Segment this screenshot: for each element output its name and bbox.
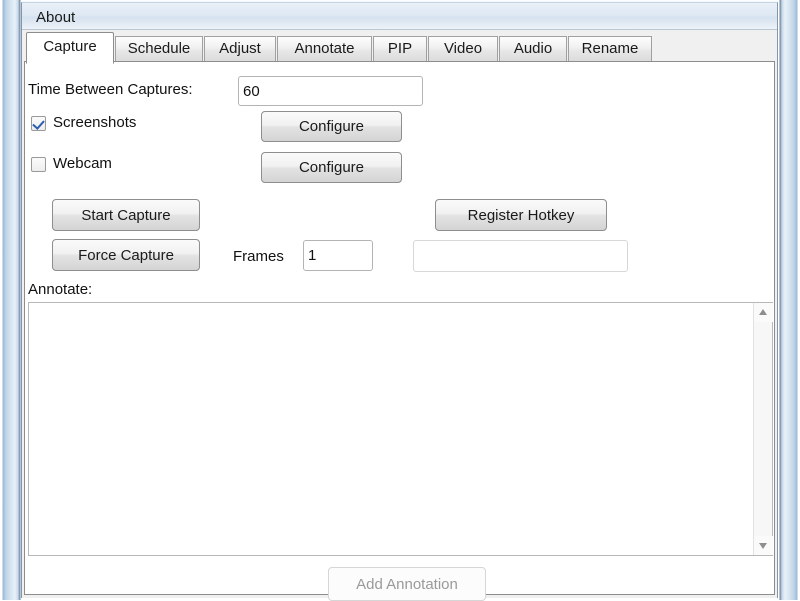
scroll-up-arrow-icon[interactable] — [754, 303, 773, 322]
tab-strip: Capture Schedule Adjust Annotate PIP Vid… — [22, 30, 777, 64]
configure-webcam-button[interactable]: Configure — [261, 152, 402, 183]
force-capture-button[interactable]: Force Capture — [52, 239, 200, 271]
screenshots-checkbox[interactable] — [31, 116, 46, 131]
tab-adjust[interactable]: Adjust — [204, 36, 276, 62]
annotate-vertical-scrollbar[interactable] — [753, 303, 773, 555]
tab-page-capture: Time Between Captures: Screenshots Confi… — [24, 61, 775, 601]
window-frame-left — [0, 0, 22, 600]
frames-input[interactable] — [303, 240, 373, 271]
tab-schedule[interactable]: Schedule — [115, 36, 203, 62]
configure-screenshots-button[interactable]: Configure — [261, 111, 402, 142]
tab-rename[interactable]: Rename — [568, 36, 652, 62]
register-hotkey-button[interactable]: Register Hotkey — [435, 199, 607, 231]
hotkey-input[interactable] — [413, 240, 628, 272]
add-annotation-button[interactable]: Add Annotation — [328, 567, 486, 601]
annotate-label: Annotate: — [28, 281, 93, 298]
scrollbar-track[interactable] — [754, 322, 772, 536]
time-between-captures-input[interactable] — [238, 76, 423, 106]
time-between-captures-label: Time Between Captures: — [28, 81, 193, 98]
annotate-textarea[interactable] — [29, 303, 753, 555]
tab-audio[interactable]: Audio — [499, 36, 567, 62]
webcam-checkbox[interactable] — [31, 157, 46, 172]
window-client-area: About Capture Schedule Adjust Annotate P… — [21, 2, 778, 601]
application-window: About Capture Schedule Adjust Annotate P… — [0, 0, 800, 601]
tab-capture[interactable]: Capture — [26, 32, 114, 64]
scroll-down-arrow-icon[interactable] — [754, 536, 773, 555]
tab-video[interactable]: Video — [428, 36, 498, 62]
menu-item-about[interactable]: About — [30, 7, 81, 28]
start-capture-button[interactable]: Start Capture — [52, 199, 200, 231]
webcam-label: Webcam — [53, 155, 112, 172]
screenshots-label: Screenshots — [53, 114, 137, 131]
tab-annotate[interactable]: Annotate — [277, 36, 372, 62]
frames-label: Frames — [233, 248, 284, 265]
menu-bar: About — [22, 3, 777, 30]
tab-pip[interactable]: PIP — [373, 36, 427, 62]
annotate-textarea-container — [28, 302, 773, 556]
window-frame-right — [778, 0, 800, 600]
